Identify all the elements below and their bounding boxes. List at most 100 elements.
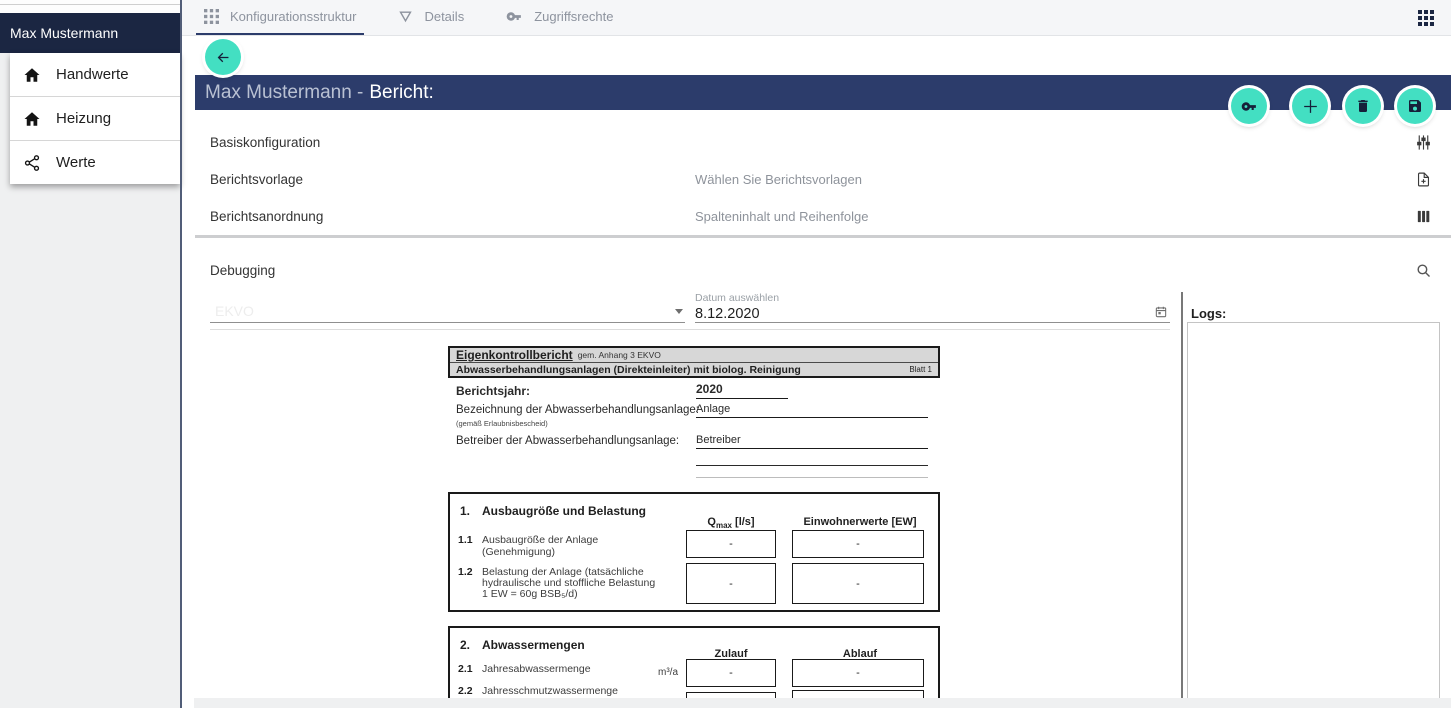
save-button[interactable]	[1397, 88, 1433, 124]
debugging-label: Debugging	[210, 263, 275, 278]
row-number: 2.2	[458, 685, 473, 697]
debugging-section-header: Debugging	[195, 252, 1451, 288]
value-box-ew-1-1: -	[792, 530, 924, 558]
page-title: Bericht:	[369, 82, 433, 104]
row-text: Jahresschmutzwassermenge	[482, 685, 618, 697]
logs-output	[1187, 322, 1440, 708]
sidebar-item-werte[interactable]: Werte	[10, 141, 180, 184]
row-number: 1.2	[458, 566, 473, 578]
row-value: Wählen Sie Berichtsvorlagen	[695, 172, 862, 187]
logs-panel-divider	[1181, 292, 1183, 708]
search-icon[interactable]	[1415, 262, 1432, 279]
sidebar-top-strip	[0, 0, 180, 13]
add-button[interactable]	[1292, 88, 1328, 124]
date-picker-value: 8.12.2020	[695, 306, 1170, 322]
section-divider	[195, 235, 1451, 238]
report-type-select[interactable]: EKVO	[210, 300, 685, 323]
row-number: 1.1	[458, 534, 473, 546]
divider	[0, 4, 180, 5]
tab-zugriffsrechte[interactable]: Zugriffsrechte	[498, 0, 621, 35]
field-sublabel-bezeichnung: (gemäß Erlaubnisbescheid)	[456, 419, 548, 428]
field-value-betreiber: Betreiber	[696, 434, 928, 449]
report-sheet-number: Blatt 1	[909, 365, 932, 374]
tab-label: Details	[424, 9, 464, 24]
section-title: Ausbaugröße und Belastung	[482, 504, 646, 518]
value-box-ew-1-2: -	[792, 563, 924, 604]
section-number: 1.	[460, 504, 470, 518]
column-header-einwohnerwerte: Einwohnerwerte [EW]	[790, 516, 930, 528]
sidebar-item-label: Handwerte	[56, 66, 129, 83]
row-value: Spalteninhalt und Reihenfolge	[695, 209, 868, 224]
field-value-berichtsjahr: 2020	[696, 382, 788, 399]
row-berichtsanordnung[interactable]: Berichtsanordnung Spalteninhalt und Reih…	[195, 198, 1451, 235]
row-label: Basiskonfiguration	[210, 135, 320, 150]
home-icon	[23, 66, 41, 84]
field-label-betreiber: Betreiber der Abwasserbehandlungsanlage:	[456, 435, 679, 447]
report-section-2: 2. Abwassermengen Zulauf Ablauf 2.1 Jahr…	[448, 626, 940, 708]
value-box-qmax-1-2: -	[686, 563, 776, 604]
sidebar-item-handwerte[interactable]: Handwerte	[10, 53, 180, 97]
report-subtitle: Abwasserbehandlungsanlagen (Direkteinlei…	[456, 364, 801, 376]
row-text: Ausbaugröße der Anlage	[482, 534, 598, 546]
sidebar-item-heizung[interactable]: Heizung	[10, 97, 180, 141]
report-section-1: 1. Ausbaugröße und Belastung Qmax [l/s] …	[448, 492, 940, 612]
blank-write-line	[696, 465, 928, 466]
value-box-qmax-1-1: -	[686, 530, 776, 558]
delete-button[interactable]	[1345, 88, 1381, 124]
report-header: Eigenkontrollbericht gem. Anhang 3 EKVO …	[448, 346, 940, 378]
blank-write-line	[696, 477, 928, 478]
share-icon	[23, 154, 41, 172]
report-header-line2: Abwasserbehandlungsanlagen (Direkteinlei…	[450, 363, 938, 376]
report-header-line1: Eigenkontrollbericht gem. Anhang 3 EKVO	[450, 348, 938, 363]
app-root: Max Mustermann Handwerte Heizung Werte	[0, 0, 1451, 708]
divider	[210, 329, 1170, 330]
sidebar-user-header: Max Mustermann	[0, 13, 180, 53]
row-text: (Genehmigung)	[482, 546, 555, 558]
section-number: 2.	[460, 638, 470, 652]
logs-label: Logs:	[1191, 306, 1226, 321]
report-title: Eigenkontrollbericht	[456, 348, 573, 362]
columns-icon	[1415, 208, 1432, 225]
field-label-berichtsjahr: Berichtsjahr:	[456, 384, 530, 398]
row-unit: m³/a	[630, 667, 678, 678]
row-label: Berichtsanordnung	[210, 209, 323, 224]
row-text: 1 EW = 60g BSB₅/d)	[482, 588, 578, 600]
column-header-qmax: Qmax [l/s]	[674, 516, 788, 530]
tab-bar: Konfigurationsstruktur Details Zugriffsr…	[182, 0, 1451, 36]
row-label: Berichtsvorlage	[210, 172, 303, 187]
date-picker-label: Datum auswählen	[695, 292, 1170, 304]
date-picker-field[interactable]: Datum auswählen 8.12.2020	[695, 292, 1170, 323]
tune-icon	[1415, 134, 1432, 151]
sidebar-menu: Handwerte Heizung Werte	[10, 53, 180, 184]
apps-grid-icon[interactable]	[1418, 10, 1434, 26]
bottom-scroll-strip[interactable]	[194, 698, 1451, 708]
calendar-icon[interactable]	[1154, 305, 1168, 319]
report-preview: Eigenkontrollbericht gem. Anhang 3 EKVO …	[448, 346, 940, 708]
filter-icon	[398, 9, 413, 24]
sidebar-divider	[180, 0, 182, 708]
access-key-button[interactable]	[1231, 88, 1267, 124]
chevron-down-icon	[675, 309, 683, 314]
page-title-prefix: Max Mustermann -	[205, 82, 363, 104]
tab-konfigurationsstruktur[interactable]: Konfigurationsstruktur	[196, 0, 364, 35]
select-value: EKVO	[210, 300, 685, 322]
row-berichtsvorlage[interactable]: Berichtsvorlage Wählen Sie Berichtsvorla…	[195, 161, 1451, 199]
row-number: 2.1	[458, 663, 473, 675]
sidebar-item-label: Heizung	[56, 110, 111, 127]
tab-label: Zugriffsrechte	[534, 9, 613, 24]
field-label-bezeichnung: Bezeichnung der Abwasserbehandlungsanlag…	[456, 404, 699, 416]
report-title-suffix: gem. Anhang 3 EKVO	[578, 350, 661, 360]
section-title: Abwassermengen	[482, 638, 585, 652]
row-basiskonfiguration[interactable]: Basiskonfiguration	[195, 124, 1451, 162]
note-add-icon	[1415, 171, 1432, 188]
sidebar-item-label: Werte	[56, 154, 96, 171]
back-button[interactable]	[205, 39, 241, 75]
row-text: Jahresabwassermenge	[482, 663, 591, 675]
grid-icon	[204, 9, 219, 24]
home-icon	[23, 110, 41, 128]
sidebar-user-name: Max Mustermann	[10, 25, 118, 41]
field-value-bezeichnung: Anlage	[696, 403, 928, 418]
key-icon	[506, 8, 523, 25]
tab-label: Konfigurationsstruktur	[230, 9, 356, 24]
tab-details[interactable]: Details	[390, 0, 472, 35]
